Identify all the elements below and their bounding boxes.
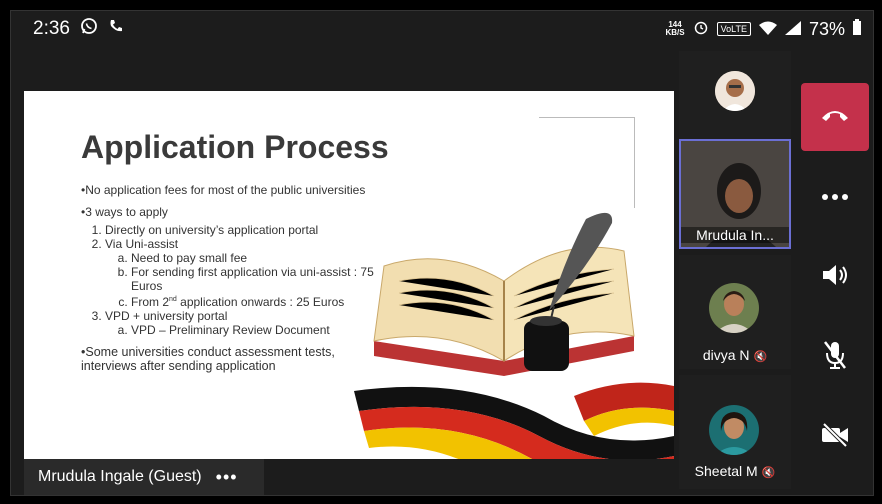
phone-hangup-icon xyxy=(820,108,850,127)
alarm-icon xyxy=(693,19,709,40)
presenter-name: Mrudula Ingale (Guest) xyxy=(38,468,202,485)
shared-screen: Application Process •No application fees… xyxy=(24,91,674,459)
participant-tile[interactable]: divya N 🔇 xyxy=(679,255,791,369)
whatsapp-icon xyxy=(80,17,98,41)
list-item: For sending first application via uni-as… xyxy=(131,265,391,293)
mic-muted-icon: 🔇 xyxy=(753,351,768,363)
mic-button[interactable] xyxy=(801,323,869,391)
avatar xyxy=(709,283,759,333)
list-item: Directly on university’s application por… xyxy=(105,223,391,237)
mic-off-icon xyxy=(822,340,848,375)
slide-body: •No application fees for most of the pub… xyxy=(81,183,391,381)
participant-name: Sheetal M 🔇 xyxy=(694,463,776,479)
signal-icon xyxy=(784,19,801,40)
german-flag-ribbon xyxy=(354,382,674,459)
phone-call-icon xyxy=(108,18,124,40)
battery-icon xyxy=(853,18,861,40)
list-item: VPD + university portal VPD – Preliminar… xyxy=(105,309,391,337)
more-options-icon xyxy=(821,188,849,206)
apply-ways-list: Directly on university’s application por… xyxy=(81,223,391,337)
status-time: 2:36 xyxy=(33,18,70,39)
participant-name: divya N 🔇 xyxy=(702,347,768,363)
mic-muted-icon: 🔇 xyxy=(761,467,776,479)
wifi-icon xyxy=(758,19,777,40)
list-item: VPD – Preliminary Review Document xyxy=(131,323,391,337)
status-right: 144 KB/S VoLTE 73% xyxy=(665,18,861,40)
presenter-name-bar[interactable]: Mrudula Ingale (Guest) ••• xyxy=(24,459,264,495)
status-left: 2:36 xyxy=(33,17,124,41)
speaker-button[interactable] xyxy=(801,243,869,311)
volte-badge: VoLTE xyxy=(716,22,751,36)
status-bar: 2:36 144 KB/S VoLTE 73% xyxy=(11,11,873,47)
video-button[interactable] xyxy=(801,403,869,471)
participant-name: Mrudula In... xyxy=(681,227,789,243)
call-controls xyxy=(797,51,873,495)
slide-corner-line xyxy=(539,117,635,208)
hangup-button[interactable] xyxy=(801,83,869,151)
participants-panel: Mrudula In... divya N 🔇 Sheetal M 🔇 xyxy=(679,51,791,495)
sub-list: Need to pay small fee For sending first … xyxy=(105,251,391,309)
participant-tile-active[interactable]: Mrudula In... xyxy=(679,139,791,249)
more-options-button[interactable] xyxy=(801,163,869,231)
slide-bullet: •Some universities conduct assessment te… xyxy=(81,345,335,373)
participant-tile[interactable] xyxy=(679,51,791,139)
participant-tile[interactable]: Sheetal M 🔇 xyxy=(679,375,791,489)
network-speed: 144 KB/S xyxy=(665,20,685,37)
book-quill-illustration xyxy=(373,212,635,376)
speaker-icon xyxy=(821,263,849,292)
sub-list: VPD – Preliminary Review Document xyxy=(105,323,391,337)
video-off-icon xyxy=(820,422,850,453)
avatar xyxy=(709,405,759,455)
list-item: Need to pay small fee xyxy=(131,251,391,265)
slide-bullet: •3 ways to apply xyxy=(81,205,168,219)
presenter-more-button[interactable]: ••• xyxy=(216,467,238,488)
battery-percent: 73% xyxy=(808,18,845,39)
list-item: From 2nd application onwards : 25 Euros xyxy=(131,293,391,309)
slide-title: Application Process xyxy=(81,129,389,165)
list-item: Via Uni-assist Need to pay small fee For… xyxy=(105,237,391,309)
slide-bullet: •No application fees for most of the pub… xyxy=(81,183,366,197)
avatar xyxy=(715,71,755,111)
meeting-window: 2:36 144 KB/S VoLTE 73% Application Proc… xyxy=(10,10,874,496)
